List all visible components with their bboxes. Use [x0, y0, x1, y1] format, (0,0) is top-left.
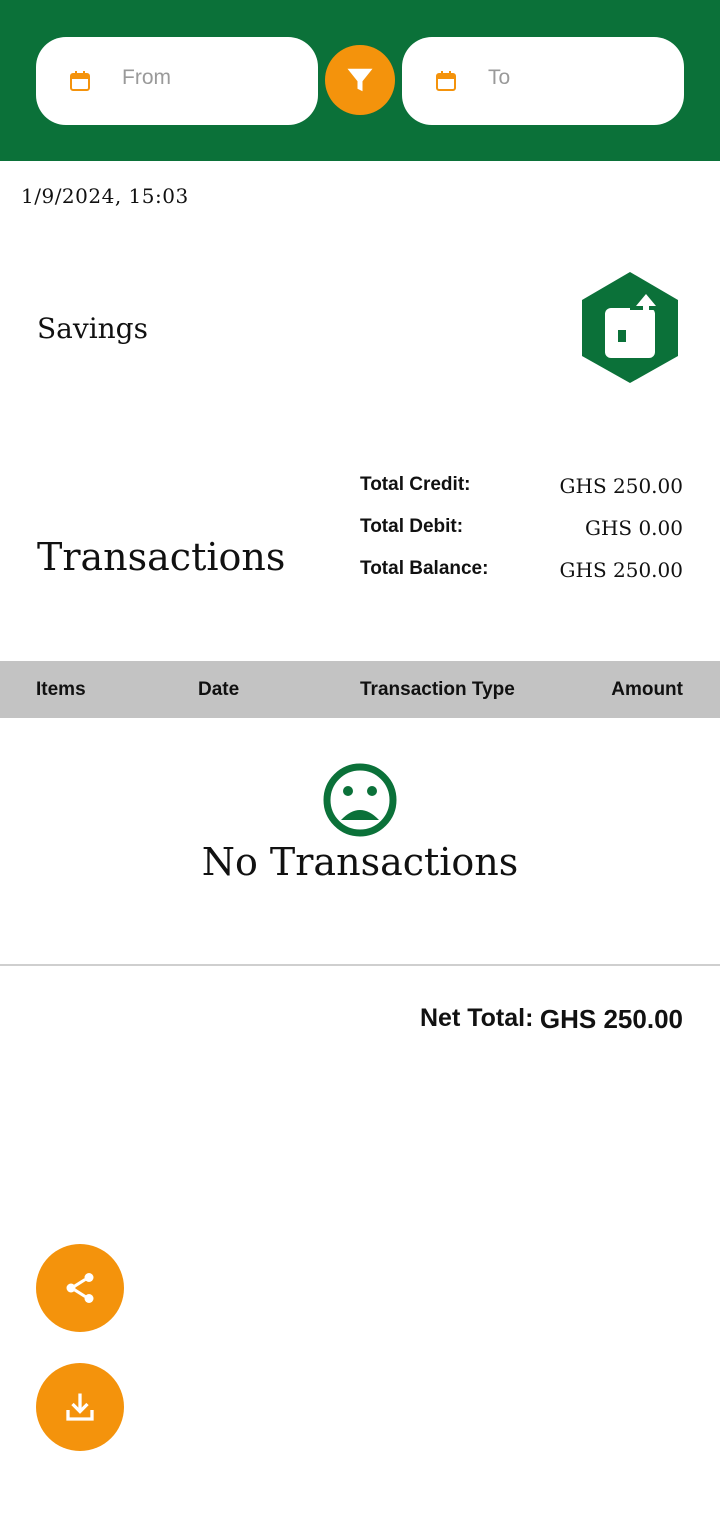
column-header-date: Date — [198, 679, 240, 700]
transactions-title: Transactions — [37, 535, 286, 579]
from-date-field[interactable]: From — [36, 37, 318, 125]
wallet-unlock-icon — [582, 272, 678, 383]
total-balance-value: GHS 250.00 — [559, 558, 683, 582]
calendar-icon — [70, 71, 90, 91]
empty-state-message: No Transactions — [201, 840, 519, 884]
column-header-transaction-type: Transaction Type — [360, 679, 515, 700]
account-name: Savings — [37, 312, 148, 345]
filter-header: From To — [0, 0, 720, 161]
filter-icon — [347, 68, 373, 92]
sad-face-icon — [323, 763, 397, 837]
filter-button[interactable] — [325, 45, 395, 115]
total-credit-label: Total Credit: — [360, 474, 471, 495]
to-date-field[interactable]: To — [402, 37, 684, 125]
calendar-icon — [436, 71, 456, 91]
share-icon — [66, 1273, 94, 1303]
divider — [0, 964, 720, 966]
total-debit-label: Total Debit: — [360, 516, 464, 537]
net-total-value: GHS 250.00 — [539, 1004, 683, 1034]
column-header-items: Items — [36, 679, 86, 700]
from-date-placeholder: From — [122, 66, 171, 89]
to-date-placeholder: To — [488, 66, 511, 89]
download-button[interactable] — [36, 1363, 124, 1451]
share-button[interactable] — [36, 1244, 124, 1332]
table-header: Items Date Transaction Type Amount — [0, 661, 720, 718]
total-debit-value: GHS 0.00 — [584, 516, 683, 540]
total-balance-label: Total Balance: — [360, 558, 489, 579]
total-credit-value: GHS 250.00 — [559, 474, 683, 498]
net-total-label: Net Total: — [420, 1004, 534, 1032]
download-icon — [66, 1393, 94, 1421]
report-timestamp: 1/9/2024, 15:03 — [21, 184, 189, 208]
column-header-amount: Amount — [611, 679, 683, 700]
